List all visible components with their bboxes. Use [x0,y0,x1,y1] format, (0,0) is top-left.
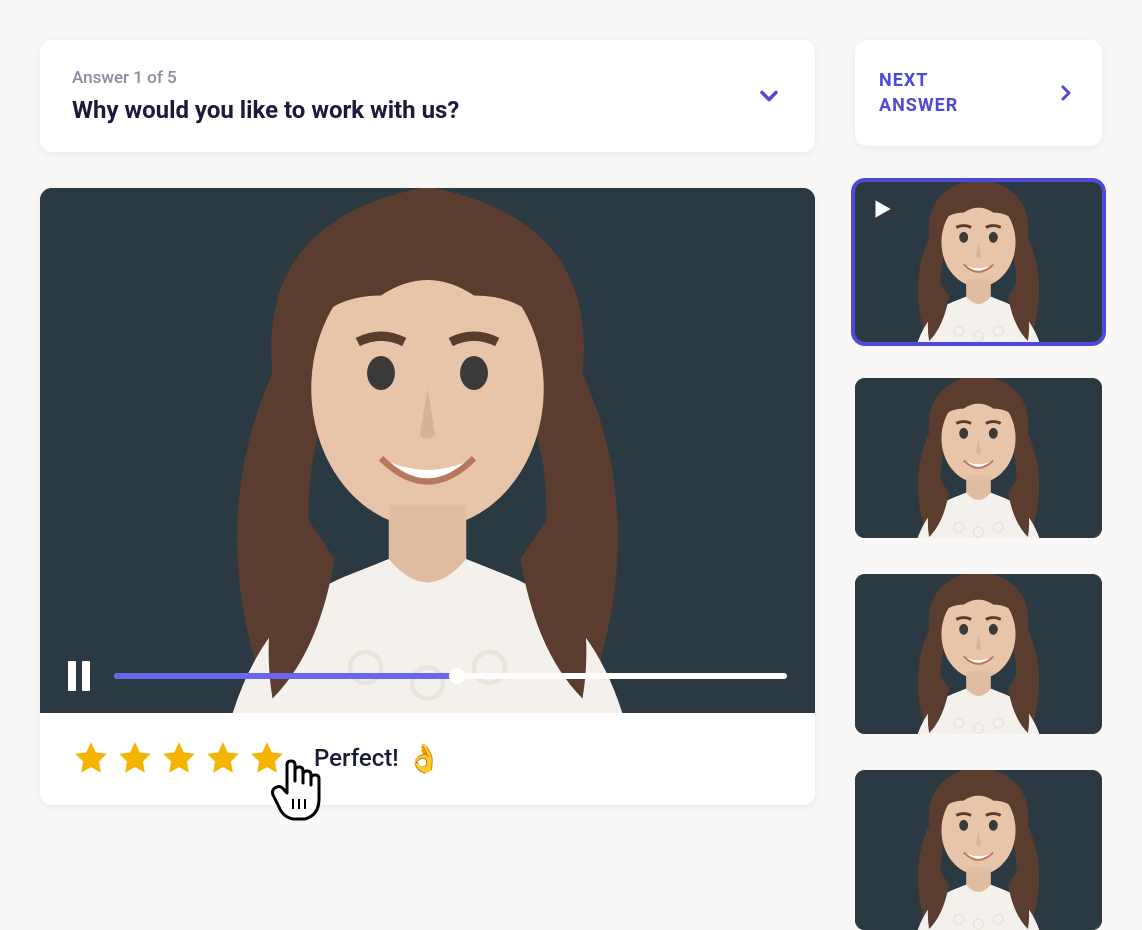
chevron-down-icon[interactable] [755,82,783,110]
pause-button[interactable] [68,661,90,691]
next-answer-button[interactable]: NEXT ANSWER [855,40,1102,146]
rating-label: Perfect! 👌 [314,742,442,775]
star-icon[interactable] [116,739,154,777]
video-thumbnail[interactable] [855,378,1102,538]
video-thumbnail[interactable] [855,574,1102,734]
video-player-card: Perfect! 👌 [40,188,815,805]
star-icon[interactable] [72,739,110,777]
answer-counter: Answer 1 of 5 [72,68,459,88]
video-area[interactable] [40,188,815,713]
question-title: Why would you like to work with us? [72,96,459,124]
chevron-right-icon [1054,81,1078,105]
progress-bar[interactable] [114,673,787,679]
star-icon[interactable] [248,739,286,777]
video-controls [40,639,815,713]
star-icon[interactable] [204,739,242,777]
video-thumbnail[interactable] [855,770,1102,930]
rating-bar: Perfect! 👌 [40,713,815,805]
video-thumbnail[interactable] [855,182,1102,342]
question-card[interactable]: Answer 1 of 5 Why would you like to work… [40,40,815,152]
thumbnail-list [855,182,1102,930]
ok-hand-emoji: 👌 [407,742,442,775]
rating-label-text: Perfect! [314,744,399,772]
question-text: Answer 1 of 5 Why would you like to work… [72,68,459,124]
play-icon [869,196,895,222]
next-answer-label: NEXT ANSWER [879,68,958,118]
video-frame [40,188,815,713]
star-rating [72,739,286,777]
star-icon[interactable] [160,739,198,777]
